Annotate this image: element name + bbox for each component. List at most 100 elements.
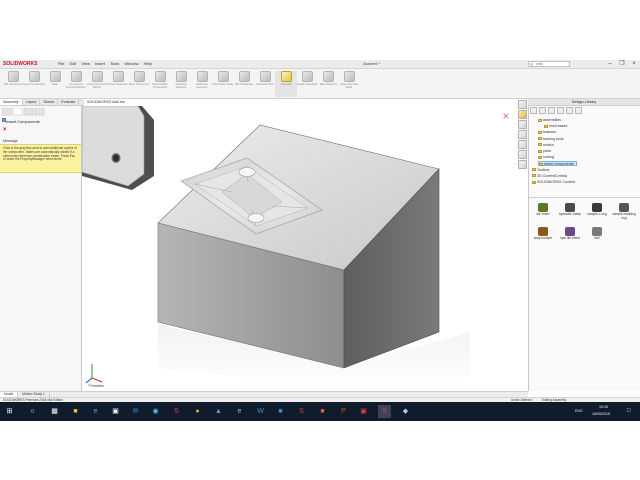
task-view-icon[interactable]: ▦ (48, 405, 61, 418)
language-indicator[interactable]: ENG (575, 409, 583, 413)
tree-item[interactable]: features (538, 130, 556, 135)
tool-exploded-view[interactable]: Exploded View (254, 71, 276, 97)
clock-date[interactable]: 18/05/2018 (592, 412, 610, 416)
app-icon-5[interactable]: ▣ (357, 405, 370, 418)
tab-solidworks-addins[interactable]: SOLIDWORKS Add-Ins (84, 99, 128, 105)
tree-item[interactable]: motion (538, 143, 554, 148)
tool-fastener[interactable]: Smart Fasteners (107, 71, 129, 97)
tab-sketch[interactable]: Sketch (40, 99, 59, 105)
component-thumbnail-icon (565, 227, 575, 236)
menu-edit[interactable]: Edit (69, 61, 76, 68)
add-file-location-icon[interactable] (557, 107, 564, 114)
search-input[interactable]: cme (528, 61, 570, 67)
refresh-icon[interactable] (575, 107, 582, 114)
tool-move-component[interactable]: Move Component (128, 71, 150, 97)
outlook-icon[interactable]: ✉ (129, 405, 142, 418)
app-icon-4[interactable]: ■ (316, 405, 329, 418)
tab-evaluate[interactable]: Evaluate (58, 99, 80, 105)
tool-label: Large Assembly Mode (339, 83, 359, 89)
solidworks-taskbar-icon[interactable]: S (170, 405, 183, 418)
mate-icon (49, 71, 61, 82)
component-label: hydraulic clamp (558, 212, 582, 216)
tool-mate[interactable]: Mate (44, 71, 66, 97)
tree-item[interactable]: Toolbox (532, 168, 549, 173)
tool-preview-window[interactable]: Component Preview Window (65, 71, 87, 97)
file-explorer-icon[interactable] (518, 120, 527, 129)
powerpoint-icon[interactable]: P (337, 405, 350, 418)
menu-insert[interactable]: Insert (95, 61, 105, 68)
folder-icon (538, 137, 542, 141)
clock-time[interactable]: 15:45 (599, 405, 608, 409)
search-icon[interactable]: ○ (26, 405, 39, 418)
design-library-icon[interactable] (518, 110, 527, 119)
move-component-icon (133, 71, 145, 82)
library-component[interactable]: die insert (530, 203, 556, 217)
tree-item[interactable]: forming tools (538, 137, 564, 142)
forward-icon[interactable] (539, 107, 546, 114)
edge-icon[interactable]: e (89, 405, 102, 418)
custom-properties-icon[interactable] (518, 150, 527, 159)
graphics-area[interactable] (82, 106, 528, 391)
tool-edit-component[interactable]: Edit Component (2, 71, 24, 97)
windows-start-icon[interactable]: ⊞ (3, 405, 16, 418)
app-icon-2[interactable]: ▲ (212, 405, 225, 418)
add-to-library-icon[interactable] (548, 107, 555, 114)
app-icon-6[interactable]: ◆ (399, 405, 412, 418)
menu-file[interactable]: File (58, 61, 64, 68)
word-icon[interactable]: W (254, 405, 267, 418)
view-palette-icon[interactable] (518, 130, 527, 139)
app-icon-3[interactable]: ■ (274, 405, 287, 418)
tool-show-hidden[interactable]: Show Hidden Components (149, 71, 171, 97)
menu-tools[interactable]: Tools (110, 61, 119, 68)
tree-item[interactable]: mold bases (544, 124, 567, 129)
library-component[interactable]: hydraulic clamp (557, 203, 583, 217)
tree-item[interactable]: smart components (538, 161, 577, 167)
forum-icon[interactable] (518, 160, 527, 169)
tool-speedpak[interactable]: Update Speedpak (296, 71, 318, 97)
create-folder-icon[interactable] (566, 107, 573, 114)
tab-layout[interactable]: Layout (23, 99, 41, 105)
menu-view[interactable]: View (81, 61, 90, 68)
minimize-icon[interactable]: – (604, 60, 616, 69)
library-component[interactable]: spin lite insert (557, 227, 583, 241)
cancel-insert-icon[interactable]: × (500, 110, 512, 122)
tree-item[interactable]: parts (538, 149, 551, 154)
store-icon[interactable]: ▣ (109, 405, 122, 418)
library-component[interactable]: snap bumper (530, 227, 556, 241)
browser-icon[interactable]: ◉ (149, 405, 162, 418)
tree-item[interactable]: assemblies (538, 118, 561, 123)
app-icon[interactable]: ● (191, 405, 204, 418)
tab-assembly[interactable]: Assembly (0, 99, 23, 105)
tool-snapshot[interactable]: Take Snapshot (317, 71, 339, 97)
tool-assembly-features[interactable]: Assembly Features (170, 71, 192, 97)
close-icon[interactable]: × (3, 127, 7, 133)
close-icon[interactable]: × (628, 60, 640, 69)
tree-item[interactable]: routing (538, 155, 554, 160)
tool-instant3d[interactable]: Instant3D (275, 71, 297, 97)
menu-help[interactable]: Help (144, 61, 152, 68)
tree-item[interactable]: 3D ContentCentral (532, 174, 567, 179)
tool-insert-components[interactable]: Insert Components (23, 71, 45, 97)
appearances-icon[interactable] (518, 140, 527, 149)
tool-pattern[interactable]: Linear Component Pattern (86, 71, 108, 97)
tool-bom[interactable]: Bill of Materials (233, 71, 255, 97)
tree-item[interactable]: SOLIDWORKS Content (532, 180, 575, 185)
tool-large-assembly[interactable]: Large Assembly Mode (338, 71, 360, 97)
command-tabs: Assembly Layout Sketch Evaluate (0, 99, 84, 106)
partial-component[interactable] (82, 106, 154, 190)
notification-icon[interactable]: □ (627, 408, 631, 414)
tool-motion-study[interactable]: New Motion Study (212, 71, 234, 97)
library-component[interactable]: sample o-ring (584, 203, 610, 217)
file-explorer-icon[interactable]: ■ (69, 405, 82, 418)
library-component[interactable]: sample retaining ring (611, 203, 637, 220)
tool-reference-geometry[interactable]: Reference Geometry (191, 71, 213, 97)
solidworks-active-icon[interactable]: S (378, 405, 391, 418)
solidworks-logo[interactable]: SOLIDWORKS (3, 61, 49, 68)
back-icon[interactable] (530, 107, 537, 114)
ie-icon[interactable]: e (233, 405, 246, 418)
library-component[interactable]: Null (584, 227, 610, 241)
solidworks-taskbar-icon-2[interactable]: S (295, 405, 308, 418)
restore-icon[interactable]: ❐ (616, 60, 628, 69)
menu-window[interactable]: Window (124, 61, 138, 68)
solidworks-resources-icon[interactable] (518, 100, 527, 109)
